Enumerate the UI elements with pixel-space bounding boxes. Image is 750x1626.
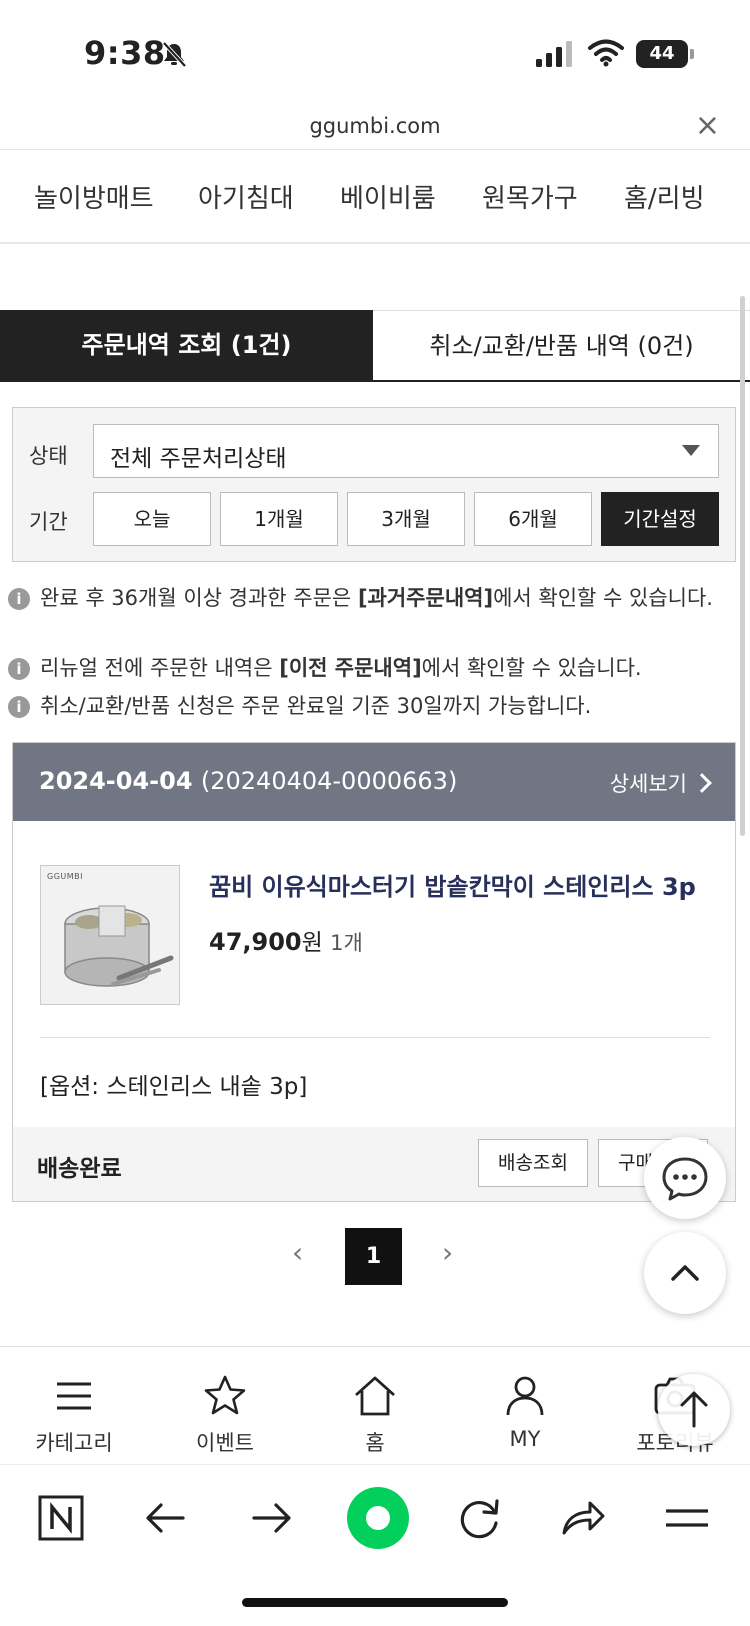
notice-text: 완료 후 36개월 이상 경과한 주문은 [과거주문내역]에서 확인할 수 있습… [40,586,713,610]
battery-icon: 44 [636,40,688,68]
nav-label: 카테고리 [35,1431,113,1455]
forward-arrow-icon[interactable] [246,1493,296,1543]
bell-muted-icon [162,41,187,68]
arrow-up-icon [680,1391,708,1428]
notice-text: 취소/교환/반품 신청은 주문 완료일 기준 30일까지 가능합니다. [40,694,592,718]
current-page[interactable]: 1 [345,1228,402,1285]
signal-icon [536,41,572,67]
info-icon: i [8,658,30,680]
category-nav: 놀이방매트 아기침대 베이비룸 원목가구 홈/리빙 [0,150,750,244]
browser-menu-icon[interactable] [662,1493,712,1543]
wifi-icon [588,39,624,67]
product-price: 47,900원 1개 [209,928,363,956]
tab-cancel-exchange-return[interactable]: 취소/교환/반품 내역 (0건) [373,310,750,380]
notice-item: i 리뉴얼 전에 주문한 내역은 [이전 주문내역]에서 확인할 수 있습니다. [8,652,738,684]
nav-category[interactable]: 카테고리 [4,1373,144,1457]
order-status: 배송완료 [37,1156,122,1182]
divider [40,1037,710,1038]
battery-cap [690,49,694,59]
period-1month-button[interactable]: 1개월 [220,492,338,546]
scroll-up-arrow-button[interactable] [658,1374,730,1446]
past-orders-link[interactable]: [과거주문내역] [358,586,493,610]
period-3month-button[interactable]: 3개월 [347,492,465,546]
order-date: 2024-04-04 (20240404-0000663) [39,767,458,795]
notice-item: i 완료 후 36개월 이상 경과한 주문은 [과거주문내역]에서 확인할 수 … [8,582,738,614]
nav-label: 이벤트 [196,1431,254,1455]
rice-cooker-divider-image [64,905,174,987]
product-image[interactable]: GGUMBI [40,865,180,1005]
status-select[interactable]: 전체 주문처리상태 [93,424,719,478]
status-bar: 9:38 44 [0,0,750,100]
product-option: [옵션: 스테인리스 내솥 3p] [40,1074,308,1100]
track-delivery-button[interactable]: 배송조회 [478,1139,588,1187]
home-icon [355,1376,395,1416]
page-scrollbar[interactable] [740,296,745,836]
close-icon[interactable]: × [695,108,720,143]
naver-green-dot-icon[interactable] [345,1485,411,1551]
tab-order-history[interactable]: 주문내역 조회 (1건) [0,310,373,380]
home-indicator [242,1598,508,1607]
order-footer: 배송완료 배송조회 구매확정 [13,1127,735,1201]
status-select-value: 전체 주문처리상태 [110,446,287,472]
period-custom-button[interactable]: 기간설정 [601,492,719,546]
browser-toolbar [0,1464,750,1574]
category-item[interactable]: 아기침대 [198,178,294,215]
share-icon[interactable] [558,1493,608,1543]
previous-orders-link[interactable]: [이전 주문내역] [279,656,421,680]
pagination: ‹ 1 › [0,1228,750,1286]
chevron-up-icon [671,1265,699,1281]
chevron-right-icon [692,773,712,793]
category-item[interactable]: 홈/리빙 [624,178,705,215]
filter-box: 상태 전체 주문처리상태 기간 오늘 1개월 3개월 6개월 기간설정 [12,407,736,562]
nav-my[interactable]: MY [455,1373,595,1451]
order-header: 2024-04-04 (20240404-0000663) 상세보기 [13,743,735,821]
order-tabs: 주문내역 조회 (1건) 취소/교환/반품 내역 (0건) [0,310,750,382]
nav-event[interactable]: 이벤트 [155,1373,295,1457]
product-brand: GGUMBI [47,872,84,881]
order-number: (20240404-0000663) [200,767,458,795]
back-arrow-icon[interactable] [141,1493,191,1543]
user-icon [506,1376,544,1416]
caret-down-icon [682,445,700,456]
order-card: 2024-04-04 (20240404-0000663) 상세보기 GGUMB… [12,742,736,1202]
chat-bubble-icon [662,1157,708,1201]
url-text[interactable]: ggumbi.com [0,114,750,138]
star-icon [204,1375,246,1415]
period-filter-label: 기간 [29,510,68,534]
scroll-top-button[interactable] [644,1232,726,1314]
next-page-icon[interactable]: › [442,1236,453,1269]
naver-n-icon[interactable] [36,1493,86,1543]
nav-label: 홈 [365,1431,385,1455]
menu-icon [57,1382,91,1410]
order-detail-link[interactable]: 상세보기 [610,768,712,798]
url-bar: ggumbi.com × [0,100,750,150]
product-quantity: 1개 [330,931,363,955]
category-item[interactable]: 놀이방매트 [34,178,154,215]
period-today-button[interactable]: 오늘 [93,492,211,546]
product-name[interactable]: 꿈비 이유식마스터기 밥솥칸막이 스테인리스 3p [209,867,696,902]
refresh-icon[interactable] [455,1493,505,1543]
status-filter-label: 상태 [29,444,68,468]
notice-item: i 취소/교환/반품 신청은 주문 완료일 기준 30일까지 가능합니다. [8,690,738,722]
category-item[interactable]: 베이비룸 [340,178,436,215]
period-6month-button[interactable]: 6개월 [474,492,592,546]
category-item[interactable]: 원목가구 [482,178,578,215]
bottom-nav: 카테고리 이벤트 홈 MY 포토리뷰 [0,1346,750,1464]
notice-text: 리뉴얼 전에 주문한 내역은 [이전 주문내역]에서 확인할 수 있습니다. [40,656,642,680]
info-icon: i [8,588,30,610]
status-time: 9:38 [84,34,166,72]
chat-button[interactable] [644,1137,726,1219]
prev-page-icon[interactable]: ‹ [292,1236,303,1269]
nav-home[interactable]: 홈 [305,1373,445,1457]
nav-label: MY [509,1427,541,1451]
info-icon: i [8,696,30,718]
